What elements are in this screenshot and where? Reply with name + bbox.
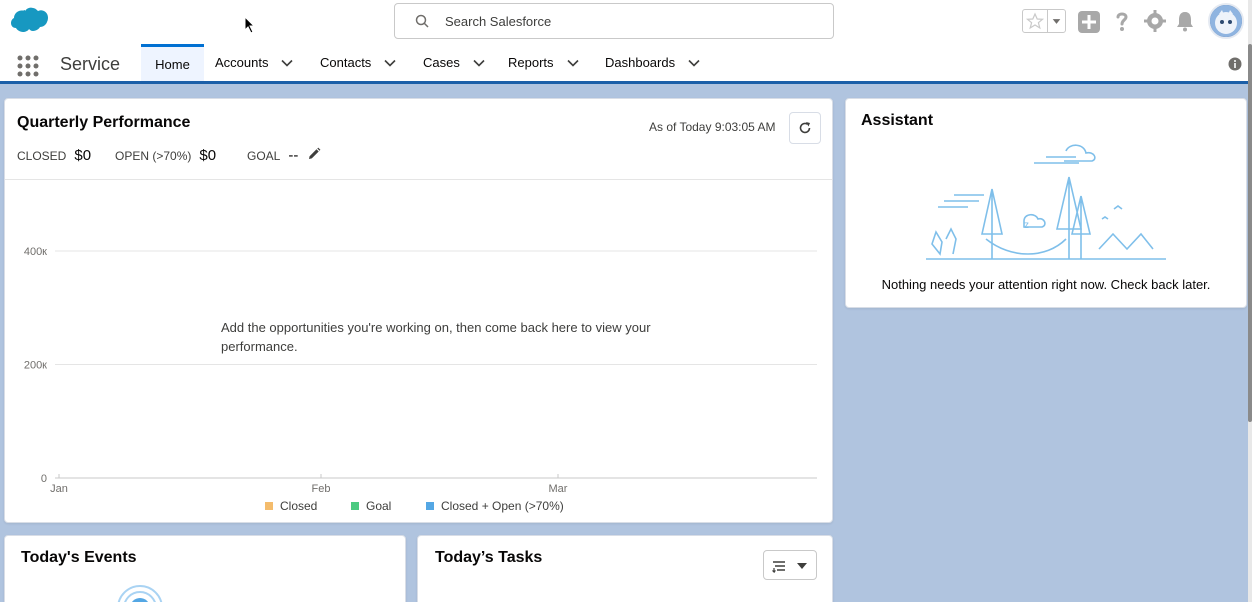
edit-goal-pencil-icon[interactable] [307, 147, 321, 161]
salesforce-logo[interactable] [8, 6, 50, 36]
chevron-down-icon [797, 563, 807, 569]
assistant-card: Assistant z Nothing needs your attention… [845, 98, 1247, 308]
favorites-dropdown-icon[interactable] [1047, 10, 1065, 32]
global-header [0, 0, 1252, 44]
global-actions-add-icon[interactable] [1077, 10, 1101, 34]
chevron-down-icon[interactable] [280, 56, 294, 70]
search-icon [415, 14, 429, 28]
assistant-empty-illustration: z [926, 144, 1166, 260]
nav-tab-contacts[interactable]: Contacts [308, 44, 409, 81]
tasks-filter-button[interactable] [763, 550, 817, 580]
chevron-down-icon[interactable] [383, 56, 397, 70]
x-tick-label: Feb [312, 483, 331, 495]
legend-label: Closed + Open (>70%) [441, 499, 564, 513]
metric-value: $0 [74, 147, 92, 164]
quarterly-performance-card: Quarterly Performance As of Today 9:03:0… [4, 98, 833, 523]
legend-closed[interactable]: Closed [265, 499, 317, 513]
refresh-button[interactable] [789, 112, 821, 144]
events-empty-illustration [117, 585, 163, 602]
legend-closed-plus-open[interactable]: Closed + Open (>70%) [426, 499, 564, 513]
nav-tab-label: Cases [423, 55, 460, 70]
app-navigation-bar: Service Home Accounts Contacts Cases Rep… [0, 44, 1252, 84]
legend-label: Goal [366, 499, 392, 513]
user-avatar[interactable] [1208, 3, 1244, 39]
nav-tab-label: Contacts [320, 55, 372, 70]
nav-tab-accounts[interactable]: Accounts [203, 44, 306, 81]
legend-swatch [351, 502, 359, 510]
setup-gear-icon[interactable] [1143, 9, 1167, 33]
legend-swatch [426, 502, 434, 510]
y-tick-label: 0 [41, 473, 47, 485]
legend-goal[interactable]: Goal [351, 499, 391, 513]
sort-list-icon [772, 561, 785, 573]
mouse-cursor-icon [244, 16, 256, 34]
nav-tab-dashboards[interactable]: Dashboards [593, 44, 713, 81]
favorites-group [1022, 9, 1066, 33]
todays-events-card: Today's Events [4, 535, 406, 602]
card-title: Quarterly Performance [17, 114, 191, 131]
sleep-z-icon: z [1024, 220, 1029, 231]
metric-label: CLOSED [17, 149, 67, 163]
assistant-message: Nothing needs your attention right now. … [881, 277, 1211, 292]
help-icon[interactable] [1110, 9, 1134, 33]
nav-tab-cases[interactable]: Cases [411, 44, 498, 81]
chevron-down-icon[interactable] [472, 56, 486, 70]
nav-tab-label: Dashboards [605, 55, 676, 70]
page-scrollbar-thumb[interactable] [1248, 44, 1252, 422]
as-of-timestamp: As of Today 9:03:05 AM [649, 120, 776, 134]
metric-value: $0 [199, 147, 217, 164]
nav-tab-label: Home [155, 56, 190, 72]
card-title: Today's Events [21, 549, 137, 566]
metric-value: -- [288, 147, 299, 164]
notifications-bell-icon[interactable] [1173, 9, 1197, 33]
app-name: Service [60, 54, 121, 74]
todays-tasks-card: Today’s Tasks [417, 535, 833, 602]
search-input[interactable] [445, 11, 815, 31]
info-icon[interactable] [1228, 57, 1242, 71]
nav-tab-label: Accounts [215, 55, 269, 70]
astro-avatar-icon [1210, 5, 1242, 37]
legend-swatch [265, 502, 273, 510]
metric-label: OPEN (>70%) [115, 149, 192, 163]
star-icon[interactable] [1025, 12, 1045, 30]
card-divider [5, 179, 832, 180]
metric-goal: GOAL -- [247, 147, 298, 164]
chevron-down-icon[interactable] [566, 56, 580, 70]
refresh-icon [799, 122, 811, 134]
x-tick-label: Jan [50, 483, 68, 495]
metric-label: GOAL [247, 149, 281, 163]
legend-label: Closed [280, 499, 318, 513]
nav-tab-label: Reports [508, 55, 554, 70]
x-tick-label: Mar [549, 483, 568, 495]
card-title: Assistant [861, 112, 934, 129]
empty-chart-message: Add the opportunities you're working on,… [209, 318, 669, 362]
app-launcher-grid-icon[interactable] [16, 54, 40, 78]
card-title: Today’s Tasks [435, 549, 543, 566]
metric-open: OPEN (>70%) $0 [115, 147, 216, 164]
chevron-down-icon[interactable] [687, 56, 701, 70]
metric-closed: CLOSED $0 [17, 147, 91, 164]
nav-tab-home[interactable]: Home [141, 44, 204, 81]
y-tick-label: 400к [24, 246, 47, 258]
nav-tab-reports[interactable]: Reports [496, 44, 592, 81]
y-tick-label: 200к [24, 360, 47, 372]
global-search[interactable] [394, 3, 834, 39]
